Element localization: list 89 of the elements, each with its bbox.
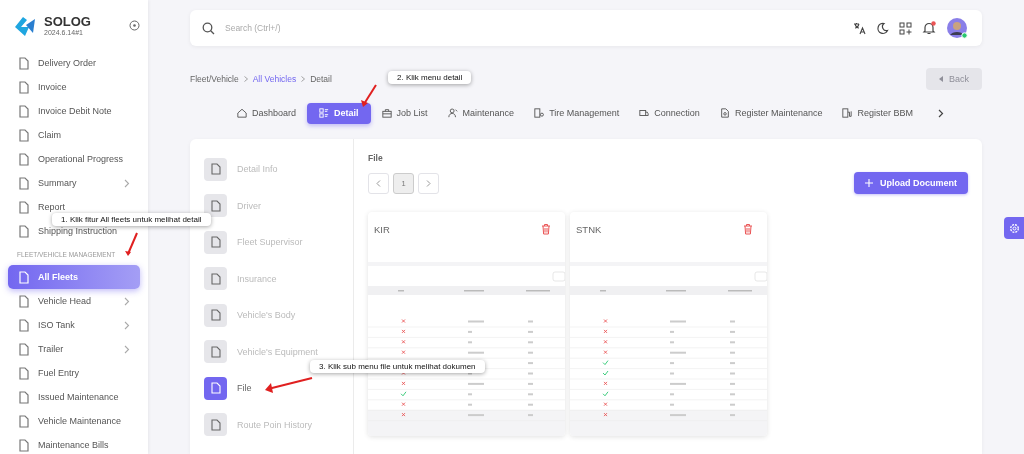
- document-icon: [18, 128, 30, 142]
- document-icon: [18, 152, 30, 166]
- sidebar-item[interactable]: Operational Progress: [8, 147, 140, 171]
- sidebar-item[interactable]: Fuel Entry: [8, 361, 140, 385]
- document-icon: [18, 80, 30, 94]
- upload-button[interactable]: Upload Document: [854, 172, 968, 194]
- document-icon: [18, 104, 30, 118]
- tab[interactable]: Tire Management: [525, 102, 629, 124]
- breadcrumb-link[interactable]: All Vehicles: [252, 74, 297, 84]
- avatar[interactable]: [946, 17, 968, 39]
- caret-icon: [939, 76, 943, 82]
- sidebar-item[interactable]: Issued Maintenance: [8, 385, 140, 409]
- document-icon: [18, 366, 30, 380]
- instruction-tooltip: 2. Klik menu detail: [388, 71, 472, 84]
- document-icon: [18, 224, 30, 238]
- chevron-icon: [301, 76, 306, 82]
- sidebar-item[interactable]: Delivery Order: [8, 51, 140, 75]
- sidebar-item[interactable]: All Fleets: [8, 265, 140, 289]
- document-icon: [18, 342, 30, 356]
- search-icon[interactable]: [202, 21, 215, 35]
- document-icon: [18, 318, 30, 332]
- document-icon: [210, 236, 221, 249]
- brand-name: SOLOG: [44, 15, 92, 29]
- plus-icon: [865, 179, 873, 187]
- breadcrumb-item: Fleet/Vehicle: [190, 74, 239, 84]
- fuel-pump-icon: [842, 108, 853, 118]
- document-icon: [210, 163, 221, 176]
- chevron-icon: [124, 344, 130, 354]
- trash-icon[interactable]: [743, 223, 753, 235]
- document-icon: [210, 199, 221, 212]
- document-icon: [210, 418, 221, 431]
- list-icon: [319, 108, 330, 118]
- house-icon: [237, 108, 247, 118]
- document-icon: [18, 414, 30, 428]
- tab[interactable]: Dashboard: [228, 102, 306, 124]
- tab[interactable]: Register BBM: [833, 102, 922, 124]
- settings-button[interactable]: [1004, 217, 1024, 239]
- tab[interactable]: Job List: [372, 102, 437, 124]
- briefcase-icon: [381, 108, 392, 118]
- sidebar-item[interactable]: Summary: [8, 171, 140, 195]
- document-icon: [18, 176, 30, 190]
- chevron-icon: [124, 178, 130, 188]
- sidebar-item[interactable]: Trailer: [8, 337, 140, 361]
- annotation-arrow: [360, 84, 378, 108]
- chevron-icon: [243, 76, 248, 82]
- sidebar-item[interactable]: Vehicle Maintenance: [8, 409, 140, 433]
- instruction-tooltip: 3. Klik sub menu file untuk melihat dokumen: [310, 360, 485, 373]
- breadcrumb-item: Detail: [310, 74, 332, 84]
- tab[interactable]: Register Maintenance: [710, 102, 832, 124]
- document-icon: [18, 270, 30, 284]
- document-icon: [719, 108, 730, 118]
- tab[interactable]: Detail: [307, 102, 371, 124]
- sidebar-item[interactable]: ISO Tank: [8, 313, 140, 337]
- translate-icon[interactable]: [853, 21, 866, 35]
- chevron-icon[interactable]: [938, 108, 944, 118]
- annotation-arrow: [125, 232, 139, 258]
- truck-icon: [639, 108, 650, 118]
- chevron-icon: [124, 296, 130, 306]
- annotation-arrow: [262, 375, 314, 395]
- document-icon: [18, 390, 30, 404]
- document-icon: [210, 309, 221, 322]
- chevron-icon: [376, 179, 381, 187]
- document-icon: [18, 438, 30, 452]
- tab[interactable]: Connection: [630, 102, 709, 124]
- trash-icon[interactable]: [541, 223, 551, 235]
- toggle-icon[interactable]: [129, 20, 140, 31]
- sidebar-item[interactable]: Claim: [8, 123, 140, 147]
- chevron-icon: [426, 179, 431, 187]
- document-icon: [210, 345, 221, 358]
- document-icon: [18, 200, 30, 214]
- bell-icon[interactable]: [922, 21, 936, 35]
- file-name: STNK: [576, 223, 602, 235]
- tab[interactable]: Maintenance: [438, 102, 524, 124]
- submenu-item[interactable]: File: [190, 370, 353, 407]
- sidebar-item[interactable]: Vehicle Head: [8, 289, 140, 313]
- person-icon: [447, 108, 458, 118]
- document-icon: [18, 294, 30, 308]
- sidebar-item[interactable]: Maintenance Bills: [8, 433, 140, 454]
- grid-icon[interactable]: [899, 21, 912, 35]
- sidebar-item[interactable]: Invoice: [8, 75, 140, 99]
- settings-icon: [1008, 222, 1020, 234]
- sidebar-item[interactable]: Invoice Debit Note: [8, 99, 140, 123]
- document-icon: [18, 56, 30, 70]
- chevron-icon: [124, 320, 130, 330]
- document-icon: [210, 272, 221, 285]
- section-title: File: [368, 153, 384, 163]
- moon-icon[interactable]: [876, 21, 889, 35]
- file-name: KIR: [374, 223, 390, 235]
- document-icon: [210, 382, 221, 395]
